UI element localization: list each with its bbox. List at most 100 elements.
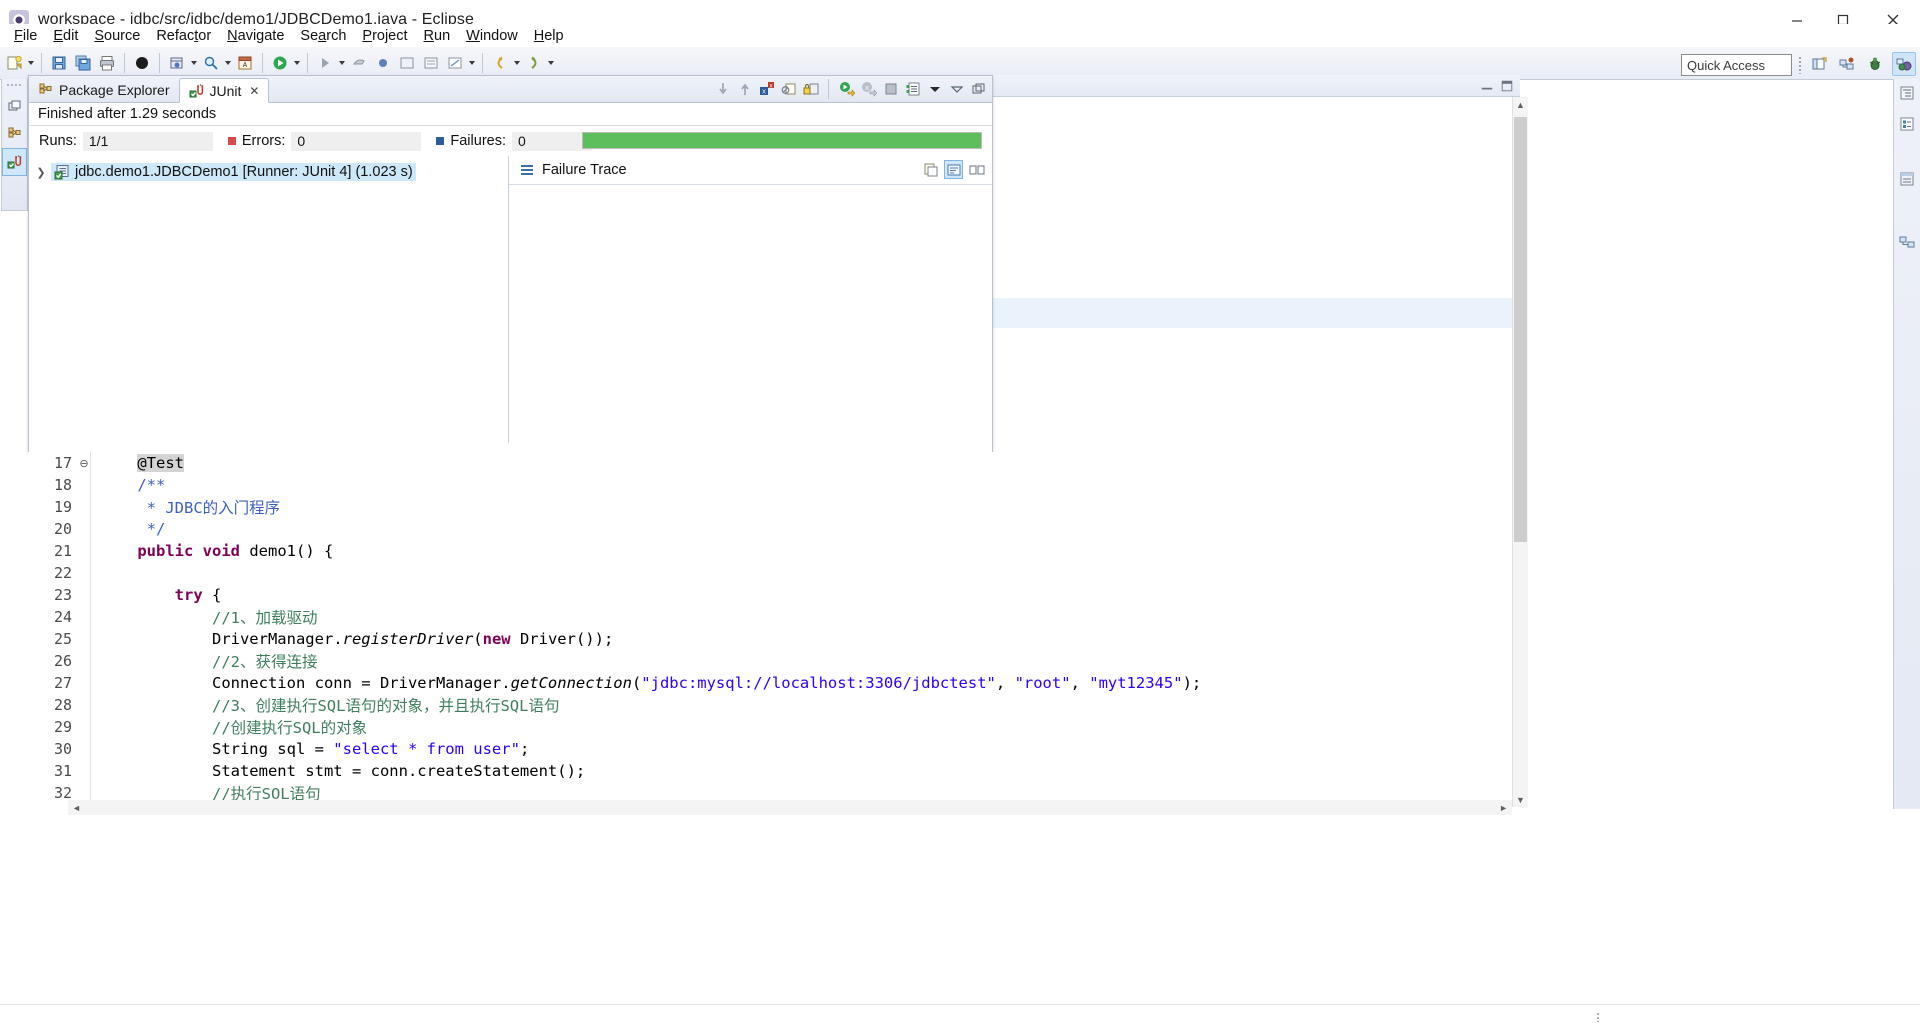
vertical-scroll-thumb[interactable]	[1514, 117, 1527, 542]
code-line[interactable]: 24 //1、加载驱动	[28, 606, 1201, 628]
task-list-icon[interactable]	[1894, 110, 1919, 137]
new-java-project-icon[interactable]	[165, 51, 189, 75]
junit-icon[interactable]	[2, 148, 27, 176]
menu-project[interactable]: Project	[354, 26, 415, 46]
code-line[interactable]: 21 public void demo1() {	[28, 540, 1201, 562]
new-wizard-icon[interactable]	[2, 51, 26, 75]
code-line[interactable]: 32 //执行SOL语句	[28, 782, 1201, 802]
menu-window[interactable]: Window	[458, 26, 526, 46]
code-line[interactable]: 30 String sql = "select * from user";	[28, 738, 1201, 760]
build-all-icon[interactable]	[130, 51, 154, 75]
menu-navigate[interactable]: Navigate	[219, 26, 292, 46]
previous-failed-test-icon[interactable]	[735, 80, 754, 99]
chevron-right-icon[interactable]: ❯	[35, 166, 47, 179]
tab-junit[interactable]: JUnit ✕	[178, 78, 270, 103]
package-explorer-icon[interactable]	[2, 120, 27, 148]
toolbar-drag-handle[interactable]	[1798, 56, 1802, 74]
back-dropdown-icon[interactable]	[512, 51, 522, 75]
outline-icon[interactable]	[1894, 79, 1919, 106]
save-all-icon[interactable]	[71, 51, 95, 75]
show-whitespace-dropdown-icon[interactable]	[467, 51, 477, 75]
junit-test-tree[interactable]: ❯ jdbc.demo1.JDBCDemo1 [Runner: JUnit 4]…	[29, 156, 509, 443]
last-edit-location-icon[interactable]	[371, 51, 395, 75]
code-line[interactable]: 25 DriverManager.registerDriver(new Driv…	[28, 628, 1201, 650]
code-line[interactable]: 28 //3、创建执行SQL语句的对象，并且执行SQL语句	[28, 694, 1201, 716]
menu-search[interactable]: Search	[292, 26, 354, 46]
scroll-right-icon[interactable]: ►	[1499, 803, 1512, 813]
code-line[interactable]: 27 Connection conn = DriverManager.getCo…	[28, 672, 1201, 694]
maximize-icon[interactable]	[969, 80, 988, 99]
next-failed-test-icon[interactable]	[713, 80, 732, 99]
menu-refactor[interactable]: Refactor	[148, 26, 219, 46]
close-icon[interactable]: ✕	[249, 84, 259, 98]
fold-collapse-icon[interactable]: ⊖	[76, 457, 92, 470]
run-icon[interactable]	[268, 51, 292, 75]
editor-horizontal-scrollbar[interactable]: ◄ ►	[68, 800, 1512, 815]
code-line[interactable]: 26 //2、获得连接	[28, 650, 1201, 672]
print-icon[interactable]	[95, 51, 119, 75]
next-annotation-dropdown-icon[interactable]	[337, 51, 347, 75]
scroll-up-icon[interactable]: ▲	[1513, 97, 1528, 112]
failure-trace-content[interactable]	[509, 185, 992, 201]
quick-access-input[interactable]: Quick Access	[1681, 54, 1792, 76]
rerun-test-icon[interactable]	[837, 80, 856, 99]
view-menu-icon[interactable]	[925, 80, 944, 99]
show-ignored-only-icon[interactable]	[779, 80, 798, 99]
next-annotation-icon[interactable]	[313, 51, 337, 75]
copy-trace-icon[interactable]	[921, 160, 940, 179]
snippets-icon[interactable]	[1894, 228, 1919, 255]
minimize-icon[interactable]	[1480, 79, 1494, 98]
stop-icon[interactable]	[881, 80, 900, 99]
java-perspective-icon[interactable]	[1836, 53, 1858, 75]
test-run-history-icon[interactable]	[903, 80, 922, 99]
rerun-failed-tests-icon[interactable]: x	[859, 80, 878, 99]
filter-stack-trace-icon[interactable]	[944, 160, 963, 179]
save-icon[interactable]	[47, 51, 71, 75]
tab-package-explorer[interactable]: Package Explorer	[29, 77, 179, 102]
code-line[interactable]: 29 //创建执行SQL的对象	[28, 716, 1201, 738]
debug-perspective-icon[interactable]	[1864, 53, 1886, 75]
run-dropdown-icon[interactable]	[292, 51, 302, 75]
code-line[interactable]: 17 ⊖ @Test	[28, 452, 1201, 474]
back-icon[interactable]	[488, 51, 512, 75]
toggle-mark-occurrences-icon[interactable]	[395, 51, 419, 75]
open-type-icon[interactable]: A	[233, 51, 257, 75]
code-line[interactable]: 23 try {	[28, 584, 1201, 606]
tree-item-selected[interactable]: jdbc.demo1.JDBCDemo1 [Runner: JUnit 4] (…	[51, 163, 416, 181]
code-line[interactable]: 20 */	[28, 518, 1201, 540]
menu-help[interactable]: Help	[526, 26, 572, 46]
previous-annotation-icon[interactable]	[347, 51, 371, 75]
status-bar-resize-grip[interactable]	[1596, 1012, 1601, 1022]
compare-result-icon[interactable]	[967, 160, 986, 179]
new-java-project-dropdown-icon[interactable]	[189, 51, 199, 75]
restore-icon[interactable]	[2, 92, 27, 120]
maximize-icon[interactable]	[1500, 79, 1514, 98]
scroll-down-icon[interactable]: ▼	[1513, 792, 1528, 807]
scroll-left-icon[interactable]: ◄	[68, 803, 81, 813]
search-icon[interactable]	[199, 51, 223, 75]
code-lines[interactable]: 17 ⊖ @Test 18 /** 19 * JDBC的入门程序 20 */21 pub…	[28, 452, 1201, 802]
code-line[interactable]: 31 Statement stmt = conn.createStatement…	[28, 760, 1201, 782]
show-whitespace-icon[interactable]	[443, 51, 467, 75]
fast-view-grip[interactable]	[6, 83, 23, 88]
minimize-icon[interactable]	[947, 80, 966, 99]
java-ee-perspective-icon[interactable]	[1892, 52, 1916, 76]
editor-vertical-scrollbar[interactable]: ▲ ▼	[1512, 97, 1528, 807]
toggle-block-selection-icon[interactable]	[419, 51, 443, 75]
menu-edit[interactable]: Edit	[45, 26, 86, 46]
scroll-lock-icon[interactable]	[801, 80, 820, 99]
templates-icon[interactable]	[1894, 165, 1919, 192]
tree-row[interactable]: ❯ jdbc.demo1.JDBCDemo1 [Runner: JUnit 4]…	[29, 162, 416, 182]
menu-source[interactable]: Source	[86, 26, 148, 46]
code-line[interactable]: 18 /**	[28, 474, 1201, 496]
new-wizard-dropdown-icon[interactable]	[26, 51, 36, 75]
show-failures-only-icon[interactable]: xx	[757, 80, 776, 99]
code-editor[interactable]: 17 ⊖ @Test 18 /** 19 * JDBC的入门程序 20 */21 pub…	[28, 452, 1512, 802]
open-perspective-icon[interactable]	[1808, 53, 1830, 75]
menu-file[interactable]: FFileile	[6, 26, 45, 46]
code-line[interactable]: 19 * JDBC的入门程序	[28, 496, 1201, 518]
forward-icon[interactable]	[522, 51, 546, 75]
forward-dropdown-icon[interactable]	[546, 51, 556, 75]
search-dropdown-icon[interactable]	[223, 51, 233, 75]
code-line[interactable]: 22	[28, 562, 1201, 584]
